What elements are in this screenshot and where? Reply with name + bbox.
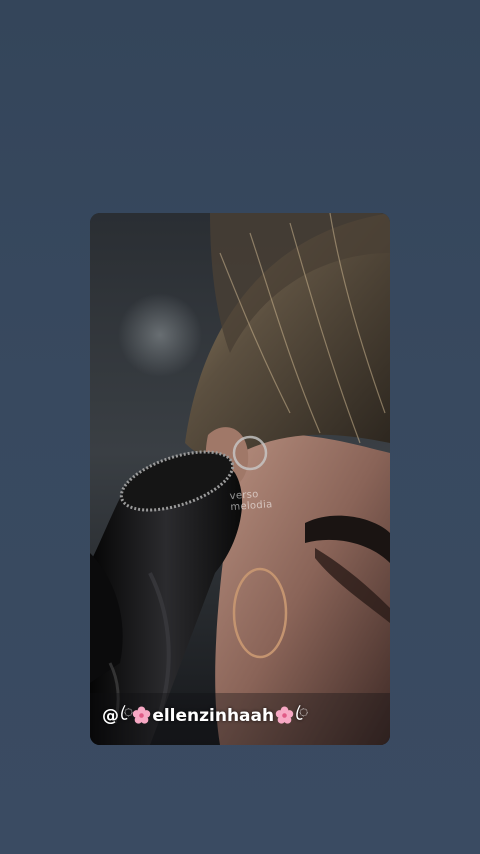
username-text: ellenzinhaah [152,705,275,726]
flower-icon [275,706,294,724]
story-photo [90,213,390,745]
watermark-text: verso melodia [229,487,290,513]
at-sign: @ [102,705,119,726]
story-card[interactable]: verso melodia @ ꦿ ellenzinhaah ꦿ [90,213,390,745]
ornament-glyph-right: ꦿ [295,702,308,721]
flower-icon [133,706,151,724]
ornament-glyph-left: ꦿ [120,702,133,721]
username-handle[interactable]: @ ꦿ ellenzinhaah ꦿ [102,699,308,732]
